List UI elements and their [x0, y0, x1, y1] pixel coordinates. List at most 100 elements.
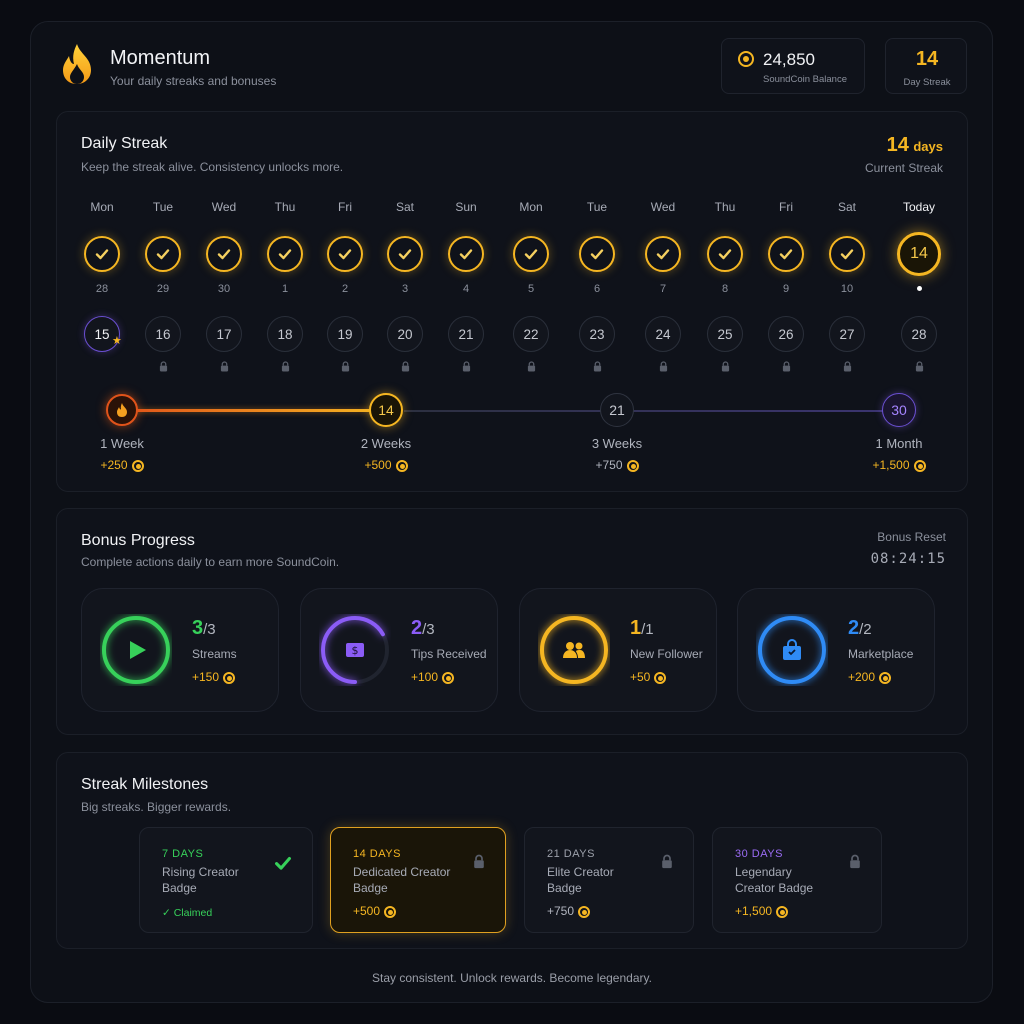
check-icon — [338, 249, 352, 260]
future-day[interactable]: 17 — [206, 316, 242, 352]
lock-icon — [843, 361, 851, 372]
weekday-label: Sun — [455, 200, 477, 214]
check-icon — [156, 249, 170, 260]
milestone-reward: +750 — [547, 904, 591, 918]
completed-day[interactable] — [707, 236, 743, 272]
soundcoin-icon — [776, 905, 789, 918]
bonus-reward: +200 — [848, 670, 892, 684]
lock-icon — [401, 361, 409, 372]
lock-icon — [474, 854, 484, 869]
milestone-days: 14 DAYS — [353, 848, 401, 860]
check-icon — [398, 249, 412, 260]
milestone-card-14-days[interactable]: 14 DAYS Dedicated Creator Badge +500 — [330, 827, 506, 933]
milestone-reward: +750 — [567, 458, 667, 472]
balance-value: 24,850 — [763, 50, 815, 69]
future-day[interactable]: 19 — [327, 316, 363, 352]
check-icon — [656, 249, 670, 260]
future-day[interactable]: 24 — [645, 316, 681, 352]
svg-text:$: $ — [352, 644, 359, 657]
lock-icon — [782, 361, 790, 372]
bonus-done: 2 — [411, 617, 423, 639]
completed-day[interactable] — [267, 236, 303, 272]
completed-day[interactable] — [579, 236, 615, 272]
future-day[interactable]: 23 — [579, 316, 615, 352]
today-circle[interactable]: 14 — [897, 232, 941, 276]
lock-icon — [341, 361, 349, 372]
completed-day[interactable] — [145, 236, 181, 272]
milestone-1-week-node[interactable] — [106, 394, 138, 426]
completed-day[interactable] — [206, 236, 242, 272]
check-icon — [779, 249, 793, 260]
bonus-card-new-follower[interactable]: 1/1 New Follower +50 — [519, 588, 717, 712]
milestone-card-30-days[interactable]: 30 DAYS Legendary Creator Badge +1,500 — [712, 827, 882, 933]
soundcoin-icon — [879, 671, 892, 684]
milestone-badge-name: Rising Creator Badge — [162, 865, 239, 895]
completed-day[interactable] — [387, 236, 423, 272]
bonus-name: New Follower — [630, 647, 703, 661]
future-day[interactable]: 20 — [387, 316, 423, 352]
bonus-card-streams[interactable]: 3/3 Streams +150 — [81, 588, 279, 712]
future-day[interactable]: 28 — [901, 316, 937, 352]
current-streak: 14 days Current Streak — [865, 134, 943, 175]
milestone-card-7-days[interactable]: 7 DAYS Rising Creator Badge ✓ Claimed — [139, 827, 313, 933]
date-number: 5 — [527, 283, 535, 295]
lock-icon — [593, 361, 601, 372]
check-icon — [275, 856, 291, 870]
future-day[interactable]: 25 — [707, 316, 743, 352]
milestone-1-month-node[interactable]: 30 — [882, 393, 916, 427]
completed-day[interactable] — [84, 236, 120, 272]
soundcoin-icon — [626, 459, 639, 472]
milestone-reward-value: +750 — [547, 904, 575, 918]
milestone-3-weeks-node[interactable]: 21 — [600, 393, 634, 427]
balance-card[interactable]: 24,850 SoundCoin Balance — [721, 38, 865, 94]
weekday-label: Mon — [519, 200, 543, 214]
day-streak-card[interactable]: 14 Day Streak — [885, 38, 967, 94]
weekday-label: Fri — [779, 200, 793, 214]
bonus-card-marketplace[interactable]: 2/2 Marketplace +200 — [737, 588, 935, 712]
completed-day[interactable] — [645, 236, 681, 272]
locked-icon — [473, 854, 485, 874]
current-streak-label: Current Streak — [864, 161, 943, 175]
day-streak-value: 14 — [915, 48, 939, 70]
milestone-badge-name: Elite Creator Badge — [547, 865, 614, 895]
milestone-reward: +500 — [336, 458, 436, 472]
lock-icon — [850, 854, 860, 869]
future-day[interactable]: 27 — [829, 316, 865, 352]
bonus-reset-label: Bonus Reset — [877, 530, 946, 544]
soundcoin-icon — [395, 459, 408, 472]
bonus-name: Streams — [192, 647, 237, 661]
soundcoin-icon — [442, 671, 455, 684]
soundcoin-icon — [578, 905, 591, 918]
completed-day[interactable] — [829, 236, 865, 272]
milestone-reward: +250 — [72, 458, 172, 472]
soundcoin-icon — [384, 905, 397, 918]
milestone-label: 2 Weeks — [360, 436, 412, 451]
milestone-reward: ✓ Claimed — [162, 907, 212, 919]
future-day[interactable]: 22 — [513, 316, 549, 352]
milestone-reward: +1,500 — [849, 458, 949, 472]
bonus-done: 2 — [848, 617, 860, 639]
bonus-reward-value: +100 — [411, 670, 439, 684]
future-day[interactable]: 26 — [768, 316, 804, 352]
milestone-reward-value: +500 — [353, 904, 381, 918]
users-icon — [563, 642, 585, 658]
bonus-card-tips-received[interactable]: $2/3 Tips Received +100 — [300, 588, 498, 712]
completed-day[interactable] — [513, 236, 549, 272]
future-day[interactable]: 21 — [448, 316, 484, 352]
future-day[interactable]: 16 — [145, 316, 181, 352]
completed-day[interactable] — [768, 236, 804, 272]
bonus-count: 3/3 — [192, 617, 216, 640]
weekday-label: Wed — [650, 200, 676, 214]
completed-day[interactable] — [448, 236, 484, 272]
future-day[interactable]: 18 — [267, 316, 303, 352]
milestone-badge-name: Dedicated Creator Badge — [353, 865, 451, 895]
milestone-reward-value: ✓ Claimed — [162, 907, 213, 919]
completed-day[interactable] — [327, 236, 363, 272]
soundcoin-icon — [913, 459, 926, 472]
milestone-2-weeks-node[interactable]: 14 — [369, 393, 403, 427]
bonus-title: Bonus Progress — [81, 532, 195, 549]
daily-streak-title: Daily Streak — [81, 135, 168, 152]
milestone-card-21-days[interactable]: 21 DAYS Elite Creator Badge +750 — [524, 827, 694, 933]
daily-streak-subtitle: Keep the streak alive. Consistency unloc… — [81, 160, 344, 174]
bonus-reward: +150 — [192, 670, 236, 684]
